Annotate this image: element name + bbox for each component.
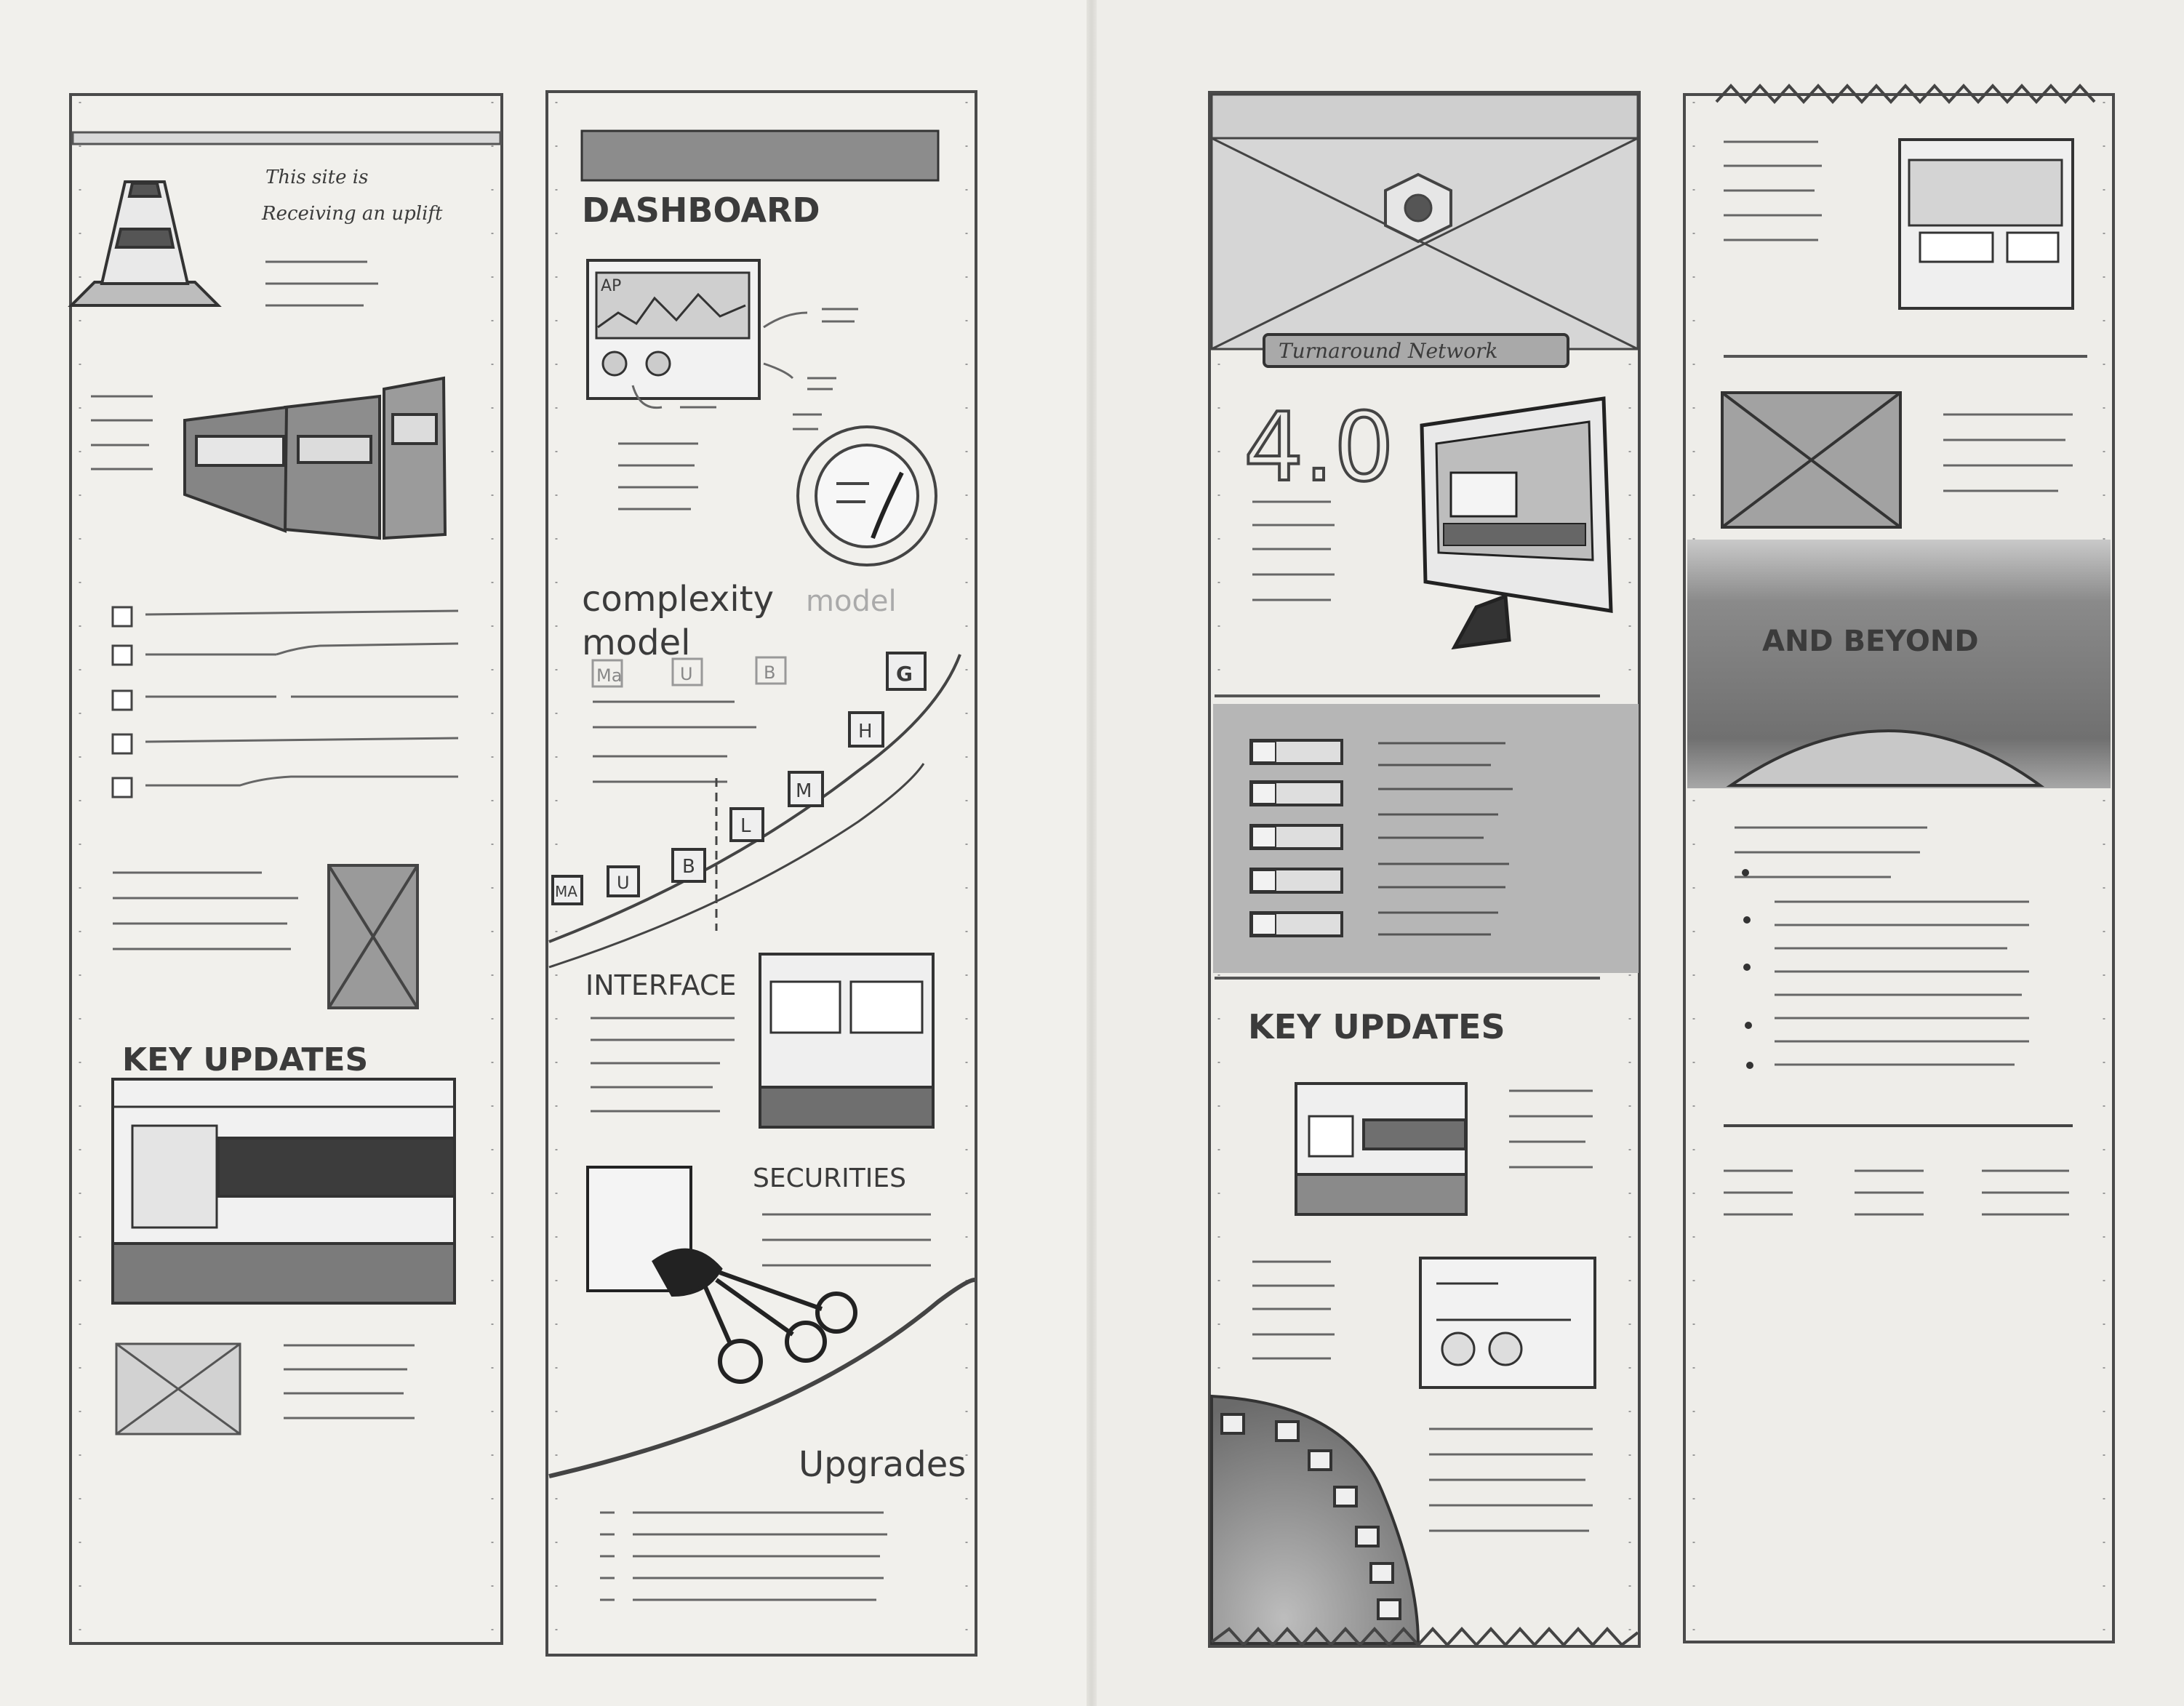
col1: This site is Receiving an uplift KEY UPD… (68, 131, 502, 1435)
wireframe-sketches: This site is Receiving an uplift KEY UPD… (68, 84, 2115, 1657)
checklist (111, 606, 133, 798)
complexity-title-line1: complexity (582, 579, 774, 620)
interface-screenshot (759, 953, 935, 1129)
col3-analytics-screenshot (1419, 1257, 1596, 1389)
feature-text-lines (113, 871, 298, 950)
col4: AND BEYOND (1687, 84, 2111, 1216)
hero-text-lines (265, 260, 378, 307)
complexity-title-line2: model (582, 622, 690, 663)
col4-frame (1683, 93, 2115, 1643)
block-top-ma: Ma (596, 665, 622, 686)
col3: Turnaround Network 4.0 KEY UPDATES (1210, 93, 1639, 1647)
col4-article-lines (1735, 826, 2029, 1066)
col3-dome-lines (1429, 1427, 1593, 1532)
sketchbook-spread: This site is Receiving an uplift KEY UPD… (0, 0, 2184, 1706)
col2: DASHBOARD AP complexity model model Ma U… (548, 129, 975, 1601)
security-keys-icon (586, 1166, 857, 1384)
complexity-text-lines (593, 700, 756, 783)
col1-bottom-image-placeholder (115, 1342, 241, 1435)
feature-image-placeholder (327, 864, 419, 1009)
col3-hero-image (1210, 93, 1639, 351)
col1-key-updates-screenshot (111, 1078, 456, 1305)
dashboard-title: DASHBOARD (582, 191, 820, 230)
block-curve-l: L (740, 815, 751, 837)
col4-image-lines (1943, 413, 2073, 492)
block-curve-ma: MA (555, 883, 577, 900)
hero-note-line2: Receiving an uplift (261, 203, 443, 225)
cone-logo (68, 180, 222, 307)
interface-title: INTERFACE (585, 969, 737, 1001)
col4-footer-columns (1724, 1169, 2069, 1216)
banner-label: Turnaround Network (1279, 339, 1497, 363)
col4-screenshot (1898, 138, 2074, 310)
complexity-blocks-curve (551, 711, 884, 905)
gauge-icon (796, 425, 937, 566)
col4-bullets (1742, 869, 1753, 1069)
screens-carousel (183, 376, 447, 540)
col3-key-updates-screenshot (1295, 1082, 1468, 1216)
col1-nav-bar (71, 131, 502, 145)
skyline-header (580, 129, 940, 182)
block-top-g: G (896, 662, 913, 686)
carousel-text-lines (91, 395, 153, 470)
monitor-illustration (1420, 396, 1613, 650)
block-top-u: U (680, 664, 693, 684)
upgrades-title: Upgrades (799, 1444, 966, 1485)
block-curve-u: U (617, 873, 630, 893)
dashboard-chart-label: AP (601, 277, 621, 295)
dashboard-text-lines (618, 442, 698, 510)
col1-bottom-text-lines (284, 1344, 415, 1419)
version-text-lines (1252, 500, 1335, 601)
checklist-lines (145, 609, 459, 787)
col4-intro-lines (1724, 140, 1822, 241)
version-number: 4.0 (1244, 392, 1394, 502)
beyond-title: AND BEYOND (1762, 625, 1979, 658)
col3-dome (1210, 1394, 1420, 1645)
hero-note-line1: This site is (265, 167, 368, 188)
col3-key-updates-title: KEY UPDATES (1248, 1007, 1505, 1046)
col4-image-placeholder (1721, 391, 1902, 529)
interface-text-lines (591, 1017, 735, 1113)
upgrades-list (600, 1511, 887, 1601)
block-curve-b: B (682, 856, 695, 878)
securities-text-lines (762, 1213, 931, 1267)
block-top-b: B (764, 662, 775, 683)
col1-key-updates-title: KEY UPDATES (122, 1041, 368, 1078)
securities-title: SECURITIES (753, 1164, 906, 1193)
block-curve-m: M (796, 780, 812, 802)
complexity-ghost-label: model (806, 585, 897, 618)
block-curve-h: H (858, 721, 873, 742)
